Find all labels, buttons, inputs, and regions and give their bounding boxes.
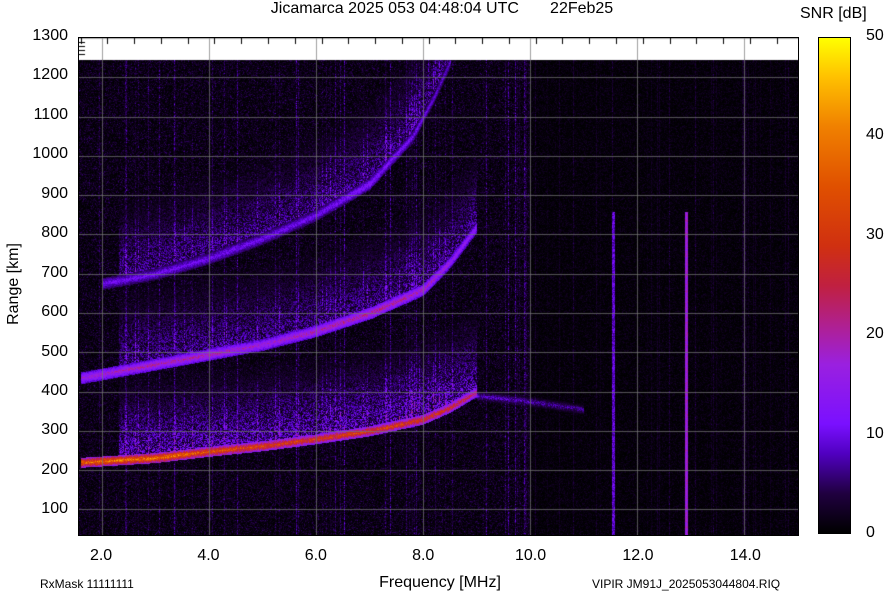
colorbar-label: SNR [dB] <box>800 5 867 22</box>
x-axis-label: Frequency [MHz] <box>379 574 501 591</box>
chart-title: Jicamarca 2025 053 04:48:04 UTC 22Feb25 <box>270 0 614 17</box>
colorbar-tick-label: 0 <box>866 524 875 541</box>
y-tick-label: 400 <box>41 382 68 400</box>
x-tick-label: 10.0 <box>514 547 547 564</box>
y-tick-label: 100 <box>41 500 68 518</box>
x-tick-label: 12.0 <box>622 547 654 564</box>
x-tick-label: 14.0 <box>729 547 761 564</box>
colorbar-tick-label: 10 <box>866 424 884 442</box>
y-tick-label: 500 <box>41 342 68 360</box>
y-tick-label: 700 <box>41 263 68 281</box>
y-tick-label: 1300 <box>32 27 68 44</box>
x-tick-label: 6.0 <box>304 547 327 564</box>
rxmask-label: RxMask 11111111 <box>40 577 134 591</box>
y-tick-label: 1000 <box>32 145 68 163</box>
x-tick-label: 4.0 <box>197 547 220 564</box>
y-tick-label: 300 <box>41 421 68 439</box>
colorbar-tick-label: 20 <box>866 325 884 343</box>
y-tick-label: 800 <box>41 224 68 242</box>
colorbar <box>818 37 851 534</box>
y-axis-label: Range [km] <box>5 243 22 325</box>
y-tick-label: 1100 <box>33 105 68 123</box>
colorbar-tick-label: 50 <box>866 27 884 44</box>
ionogram-heatmap <box>79 38 798 535</box>
y-tick-label: 200 <box>41 460 68 478</box>
filename-label: VIPIR JM91J_2025053044804.RIQ <box>592 577 781 591</box>
y-tick-label: 900 <box>41 184 68 202</box>
y-tick-label: 600 <box>41 303 68 321</box>
colorbar-tick-label: 30 <box>866 225 884 243</box>
y-tick-label: 1200 <box>32 66 68 84</box>
x-tick-label: 2.0 <box>89 547 113 564</box>
colorbar-tick-label: 40 <box>866 126 884 144</box>
plot-area <box>78 37 799 536</box>
x-tick-label: 8.0 <box>412 547 435 564</box>
